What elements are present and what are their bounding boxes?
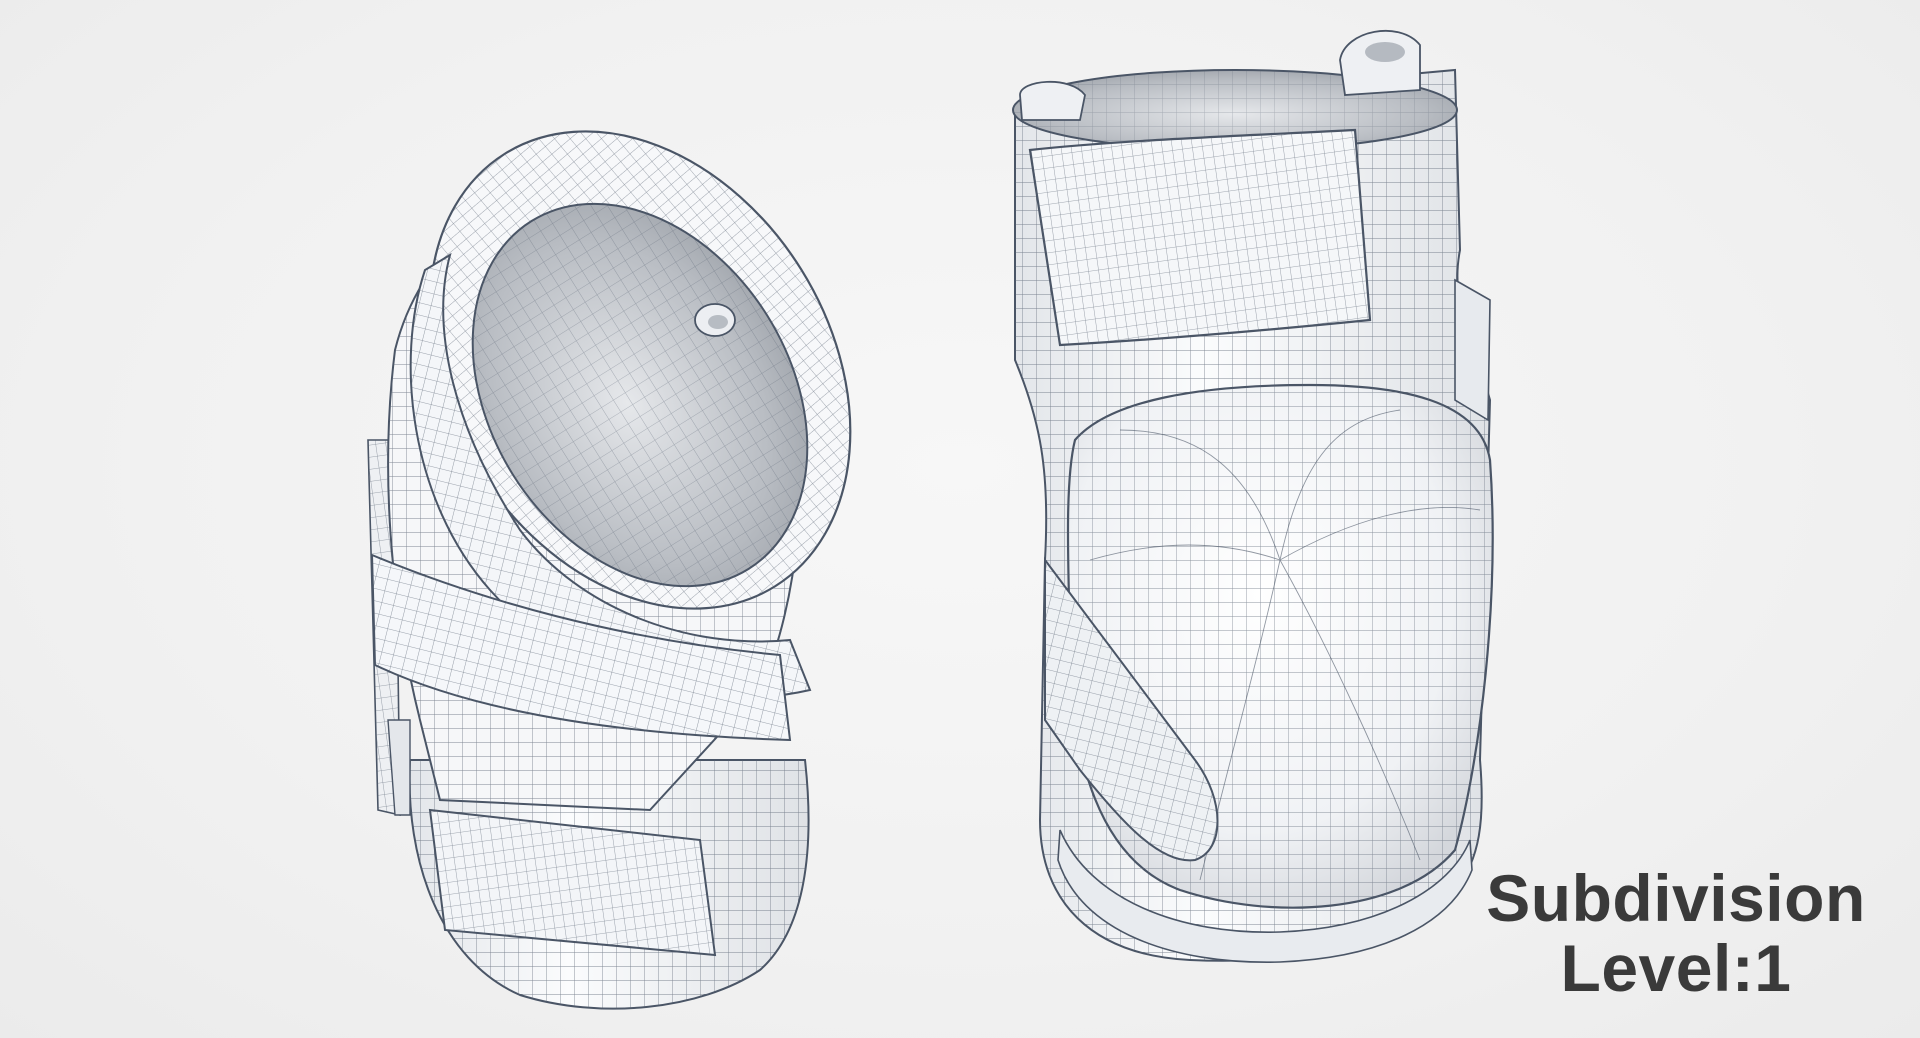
- left-wrist-guard-model: [367, 130, 852, 1010]
- caption-line-1: Subdivision: [1486, 861, 1866, 936]
- right-wrist-guard-model: [1012, 29, 1494, 963]
- subdivision-caption: Subdivision Level:1: [1466, 861, 1886, 1006]
- render-viewport: Subdivision Level:1: [0, 0, 1920, 1038]
- caption-line-2: Level:1: [1560, 931, 1792, 1006]
